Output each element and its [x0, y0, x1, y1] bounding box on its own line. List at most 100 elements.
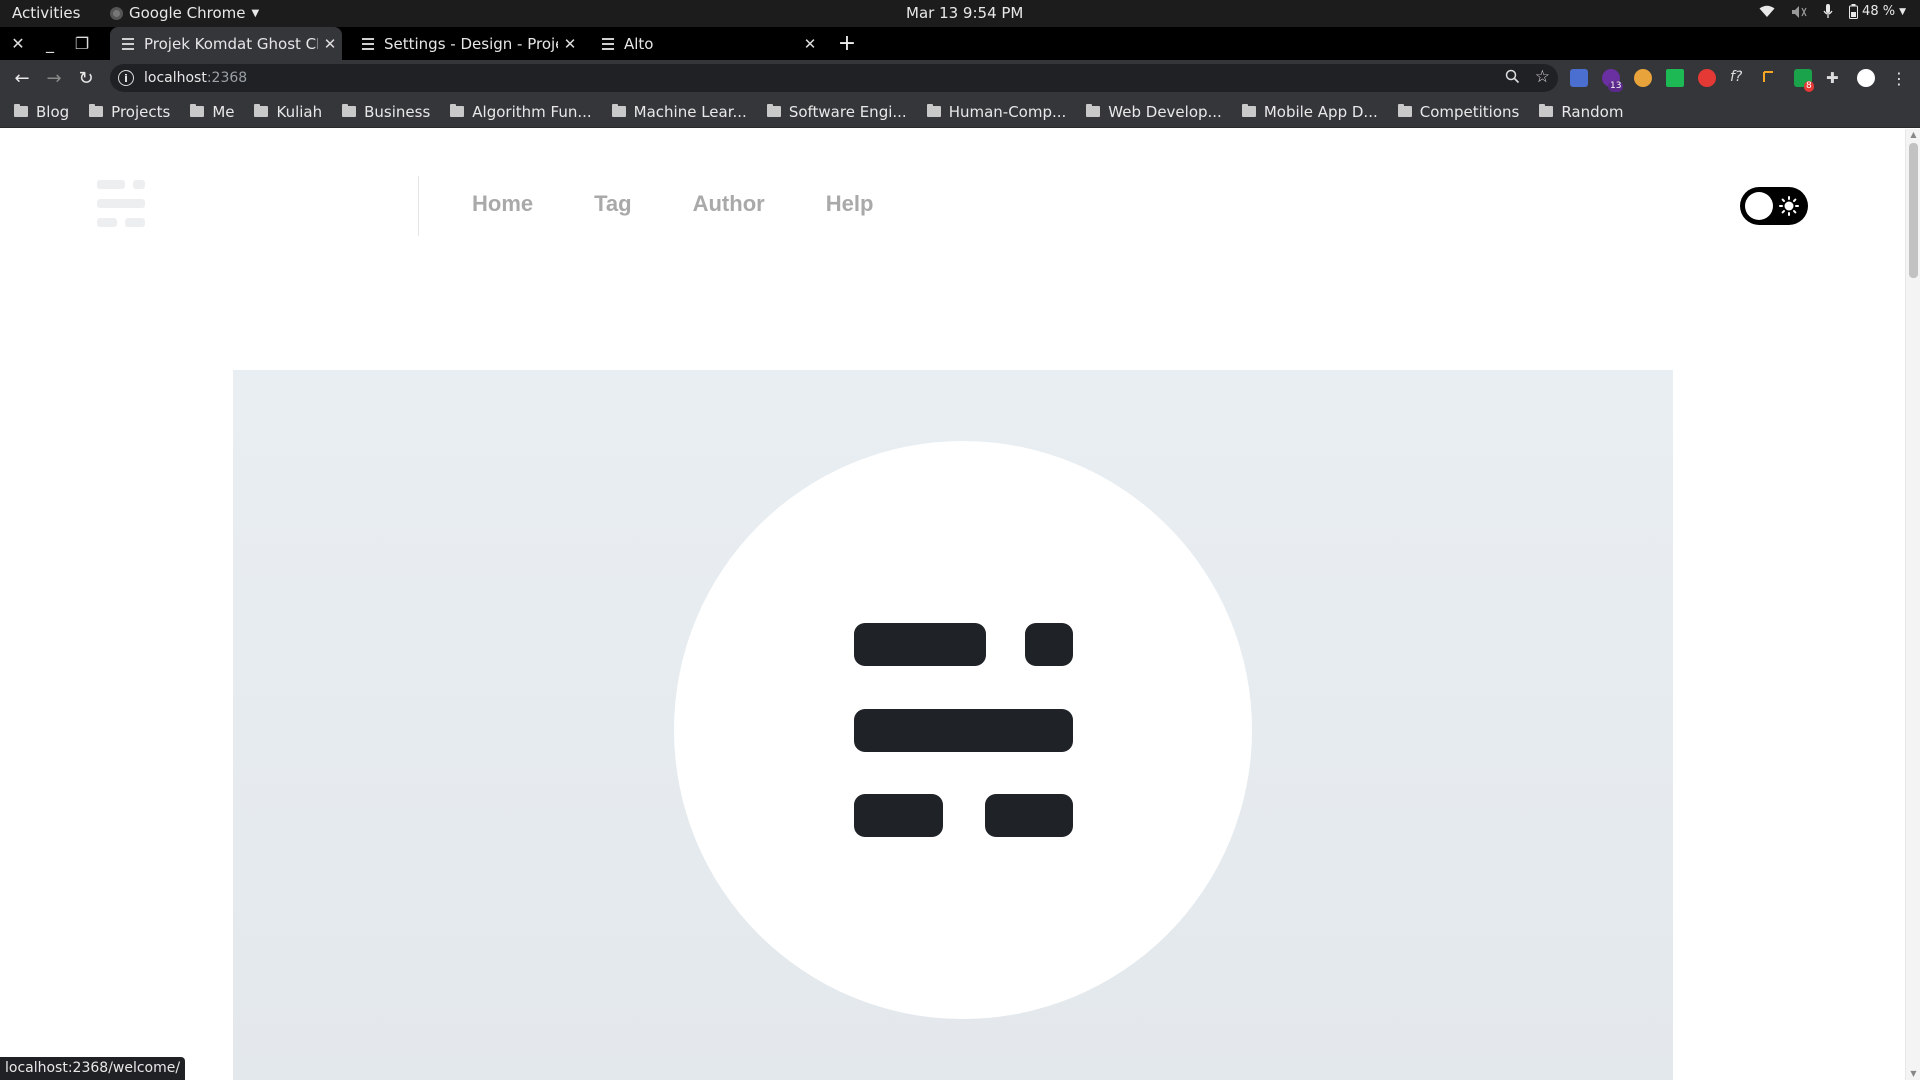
tab-projek-komdat[interactable]: Projek Komdat Ghost CMS ✕ [110, 27, 342, 60]
sun-icon [1779, 196, 1799, 220]
profile-avatar[interactable] [1857, 69, 1875, 87]
bookmark-label: Me [212, 102, 235, 121]
folder-icon [89, 104, 104, 117]
bookmark-label: Software Engi... [788, 102, 907, 121]
chevron-down-icon: ▼ [1899, 6, 1906, 17]
bookmark-label: Mobile App D... [1263, 102, 1378, 121]
folder-icon [1086, 104, 1101, 117]
restore-window-icon[interactable]: ❐ [66, 27, 98, 60]
hero-image[interactable] [233, 370, 1673, 1080]
tab-close-icon[interactable]: ✕ [318, 35, 342, 53]
bookmark-me[interactable]: Me [190, 103, 234, 121]
scrollbar-thumb[interactable] [1909, 143, 1918, 278]
tab-alto[interactable]: Alto ✕ [590, 27, 822, 60]
cookie-extension-icon[interactable] [1634, 69, 1652, 87]
bookmark-human-computer[interactable]: Human-Comp... [926, 102, 1067, 121]
bookmark-label: Human-Comp... [948, 102, 1067, 121]
volume-icon [1791, 5, 1807, 19]
folder-icon [190, 104, 205, 117]
back-arrow-icon[interactable]: ← [9, 65, 35, 91]
logo-bar [854, 794, 943, 837]
system-tray[interactable]: 48 % ▼ [1759, 4, 1906, 19]
close-window-icon[interactable]: ✕ [2, 27, 34, 60]
bookmark-label: Web Develop... [1108, 102, 1222, 121]
ghost-favicon-icon [602, 37, 614, 50]
scroll-down-arrow-icon[interactable]: ▼ [1909, 1070, 1918, 1078]
tab-close-icon[interactable]: ✕ [558, 35, 582, 53]
bookmark-software-engineering[interactable]: Software Engi... [766, 102, 907, 121]
tab-strip: ✕ _ ❐ Projek Komdat Ghost CMS ✕ Settings… [0, 27, 1920, 60]
bookmark-kuliah[interactable]: Kuliah [254, 103, 322, 121]
folder-icon [14, 104, 28, 117]
bookmark-machine-learning[interactable]: Machine Lear... [611, 102, 747, 121]
wifi-icon [1759, 5, 1775, 18]
formula-extension-icon[interactable]: f? [1730, 69, 1748, 87]
address-bar[interactable]: i localhost:2368 ☆ [110, 64, 1558, 92]
folder-icon [342, 104, 357, 117]
link-status-bubble: localhost:2368/welcome/ [0, 1057, 186, 1080]
ghost-favicon-icon [362, 37, 374, 50]
bookmark-business[interactable]: Business [342, 103, 430, 121]
site-info-icon[interactable]: i [118, 70, 134, 86]
app-menu-label: Google Chrome [129, 4, 246, 22]
folder-icon [926, 104, 941, 117]
new-tab-icon[interactable]: + [834, 27, 860, 60]
forward-arrow-icon[interactable]: → [41, 65, 67, 91]
tab-settings-design[interactable]: Settings - Design - Projek Komdat Ghost … [350, 27, 582, 60]
zoom-icon[interactable] [1505, 69, 1520, 88]
scroll-up-arrow-icon[interactable]: ▲ [1909, 131, 1918, 139]
activities-button[interactable]: Activities [12, 4, 80, 22]
folder-icon [1397, 104, 1412, 117]
folder-icon [450, 104, 465, 117]
microphone-icon [1823, 4, 1833, 19]
bookmark-mobile-app[interactable]: Mobile App D... [1241, 102, 1378, 121]
app-menu[interactable]: Google Chrome ▼ [110, 4, 259, 22]
minimize-window-icon[interactable]: _ [34, 27, 66, 60]
bookmark-label: Competitions [1419, 102, 1520, 121]
nav-help[interactable]: Help [826, 191, 874, 217]
bookmark-label: Algorithm Fun... [472, 102, 592, 121]
puzzle-extensions-icon[interactable]: ✚ [1826, 69, 1844, 87]
chrome-icon [110, 6, 123, 20]
bookmark-projects[interactable]: Projects [89, 103, 170, 121]
ghost-favicon-icon [122, 37, 134, 50]
bookmark-web-development[interactable]: Web Develop... [1086, 103, 1222, 121]
bookmark-algorithm[interactable]: Algorithm Fun... [450, 102, 592, 121]
url-port: :2368 [206, 70, 248, 86]
folder-icon [1241, 104, 1256, 117]
nav-home[interactable]: Home [472, 191, 533, 217]
bookmarks-bar: Blog Projects Me Kuliah Business Algorit… [0, 96, 1920, 128]
chevron-down-icon: ▼ [251, 7, 260, 19]
bookmark-label: Blog [36, 102, 70, 121]
tab-close-icon[interactable]: ✕ [798, 35, 822, 53]
logo-bar [854, 709, 1073, 752]
bookmark-competitions[interactable]: Competitions [1397, 102, 1520, 121]
nav-author[interactable]: Author [693, 191, 765, 217]
green-extension-icon[interactable] [1666, 69, 1684, 87]
bookmark-label: Projects [111, 102, 171, 121]
bookmark-label: Kuliah [276, 102, 323, 121]
site-nav: Home Tag Author Help [472, 191, 934, 217]
bookmark-label: Machine Lear... [633, 102, 747, 121]
bookmark-star-icon[interactable]: ☆ [1535, 67, 1550, 87]
battery-icon [1849, 4, 1859, 19]
folder-icon [1539, 104, 1554, 117]
chrome-menu-icon[interactable]: ⋮ [1886, 65, 1912, 91]
extension-badge: 13 [1608, 81, 1624, 92]
tab-title: Settings - Design - Projek Komdat Ghost … [384, 34, 558, 53]
theme-toggle[interactable] [1740, 187, 1808, 225]
nav-tag[interactable]: Tag [594, 191, 631, 217]
site-logo[interactable] [97, 180, 145, 228]
page-scrollbar[interactable]: ▲ ▼ [1905, 129, 1920, 1080]
bookmark-label: Random [1561, 102, 1624, 121]
reload-icon[interactable]: ↻ [73, 65, 99, 91]
logo-bar [854, 623, 986, 666]
hand-extension-icon[interactable] [1698, 69, 1716, 87]
extension-badge: 8 [1804, 81, 1814, 92]
bookmark-random[interactable]: Random [1539, 103, 1623, 121]
clock[interactable]: Mar 13 9:54 PM [906, 4, 1023, 22]
bookmark-blog[interactable]: Blog [14, 103, 69, 121]
flag-extension-icon[interactable] [1762, 69, 1780, 87]
translate-extension-icon[interactable] [1570, 69, 1588, 87]
page-viewport: Home Tag Author Help ▲ ▼ [0, 129, 1920, 1080]
